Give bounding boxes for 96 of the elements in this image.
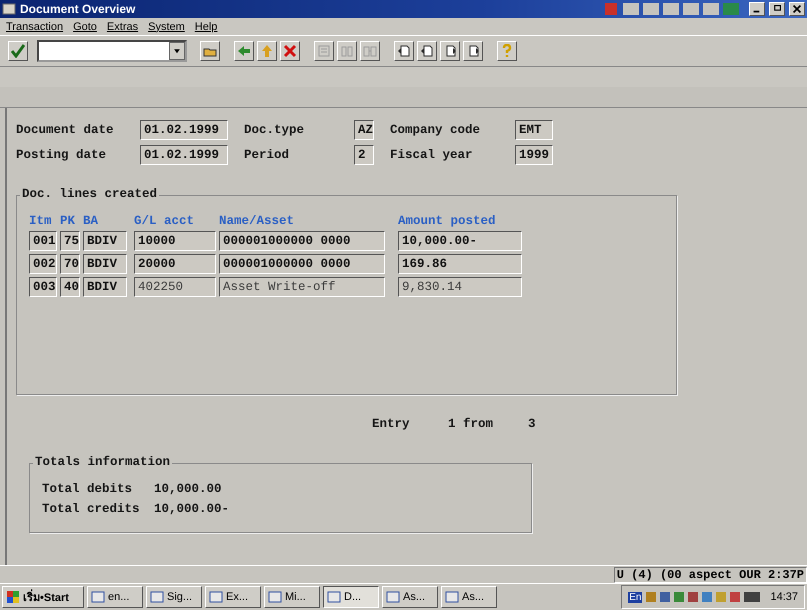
input-field[interactable]: AZ [354, 120, 374, 140]
table-cell: 10,000.00- [398, 231, 522, 251]
toolbar-button[interactable] [394, 41, 414, 61]
table-cell: 75 [60, 231, 80, 251]
up-arrow-icon [260, 44, 274, 58]
input-field[interactable]: EMT [515, 120, 553, 140]
column-header: Itm [29, 214, 53, 228]
field-label: Company code [389, 123, 482, 137]
close-icon [793, 5, 801, 13]
total-label: Total debits [42, 482, 134, 496]
command-field[interactable] [37, 40, 187, 62]
binoculars-icon [363, 44, 377, 58]
taskbar-button[interactable]: D... [323, 586, 379, 608]
taskbar-button[interactable]: Mi... [264, 586, 320, 608]
table-cell: 70 [60, 254, 80, 274]
dropdown-arrow-icon [173, 47, 181, 55]
taskbar-button[interactable]: Sig... [146, 586, 202, 608]
entry-counter-text: 1 from [448, 417, 494, 431]
table-cell: 169.86 [398, 254, 522, 274]
taskbar-button[interactable]: As... [382, 586, 438, 608]
entry-counter-text: 3 [528, 417, 537, 431]
column-header: PK [60, 214, 76, 228]
total-value: 10,000.00- [154, 502, 230, 516]
page-icon [397, 44, 411, 58]
flag-icon [6, 590, 20, 604]
status-text: U (4) (00 aspect OUR 2:37P [614, 566, 807, 582]
checkmark-icon [11, 44, 25, 58]
enter-button[interactable] [8, 41, 28, 61]
table-cell: 40 [60, 277, 80, 297]
field-label: Doc.type [243, 123, 306, 137]
date-field[interactable]: 01.02.1999 [140, 120, 228, 140]
toolbar-button[interactable] [257, 41, 277, 61]
left-arrow-icon [237, 44, 251, 58]
save-button[interactable] [200, 41, 220, 61]
window-icon [445, 590, 459, 604]
field-label: Fiscal year [389, 148, 474, 162]
input-field[interactable]: 1999 [515, 145, 553, 165]
restore-icon [773, 5, 781, 13]
date-field[interactable]: 01.02.1999 [140, 145, 228, 165]
window-icon [2, 2, 16, 16]
toolbar-button[interactable] [280, 41, 300, 61]
menu-item[interactable]: Goto [73, 20, 97, 32]
table-cell: 001 [29, 231, 57, 251]
toolbar-button[interactable] [440, 41, 460, 61]
window-icon [209, 590, 223, 604]
table-cell: BDIV [83, 231, 127, 251]
printer-icon [317, 44, 331, 58]
total-label: Total credits [42, 502, 141, 516]
close-button[interactable] [789, 2, 805, 16]
minimize-button[interactable] [749, 2, 765, 16]
table-cell: 20000 [134, 254, 216, 274]
column-header: Name/Asset [219, 214, 296, 228]
table-cell: 000001000000 0000 [219, 231, 385, 251]
column-header: Amount posted [398, 214, 497, 228]
table-cell: 002 [29, 254, 57, 274]
field-label: Posting date [16, 148, 108, 162]
window-icon [268, 590, 282, 604]
menu-item[interactable]: Extras [106, 20, 138, 32]
column-header: G/L acct [134, 214, 196, 228]
toolbar-button[interactable] [463, 41, 483, 61]
table-cell: BDIV [83, 277, 127, 297]
table-cell: 003 [29, 277, 57, 297]
question-mark-icon [500, 44, 514, 58]
close-icon [283, 44, 297, 58]
toolbar-button[interactable] [234, 41, 254, 61]
input-field[interactable]: 2 [354, 145, 374, 165]
taskbar-button[interactable]: en... [87, 586, 143, 608]
field-label: Document date [16, 123, 115, 137]
clock-text: 14:37 [770, 591, 798, 603]
table-cell: BDIV [83, 254, 127, 274]
menu-item[interactable]: Help [194, 20, 218, 32]
entry-counter-text: Entry [372, 417, 411, 431]
window-icon [150, 590, 164, 604]
window-icon [386, 590, 400, 604]
binoculars-icon [340, 44, 354, 58]
table-cell: Asset Write-off [219, 277, 385, 297]
window-icon [327, 590, 341, 604]
table-cell: 10000 [134, 231, 216, 251]
window-icon [91, 590, 105, 604]
total-value: 10,000.00 [154, 482, 223, 496]
column-header: BA [83, 214, 100, 228]
menu-item[interactable]: System [148, 20, 185, 32]
window-title: Document Overview [20, 2, 136, 16]
field-label: Period [243, 148, 290, 162]
restore-button[interactable] [769, 2, 785, 16]
help-button[interactable] [497, 41, 517, 61]
start-button[interactable]: เริ่ม•Start [2, 586, 84, 608]
table-cell: 9,830.14 [398, 277, 522, 297]
menu-item[interactable]: Transaction [6, 20, 64, 32]
taskbar-button[interactable]: Ex... [205, 586, 261, 608]
language-indicator[interactable]: En [628, 592, 642, 602]
taskbar-button[interactable]: As... [441, 586, 497, 608]
toolbar-button[interactable] [417, 41, 437, 61]
table-cell: 402250 [134, 277, 216, 297]
table-cell: 000001000000 0000 [219, 254, 385, 274]
page-icon [420, 44, 434, 58]
